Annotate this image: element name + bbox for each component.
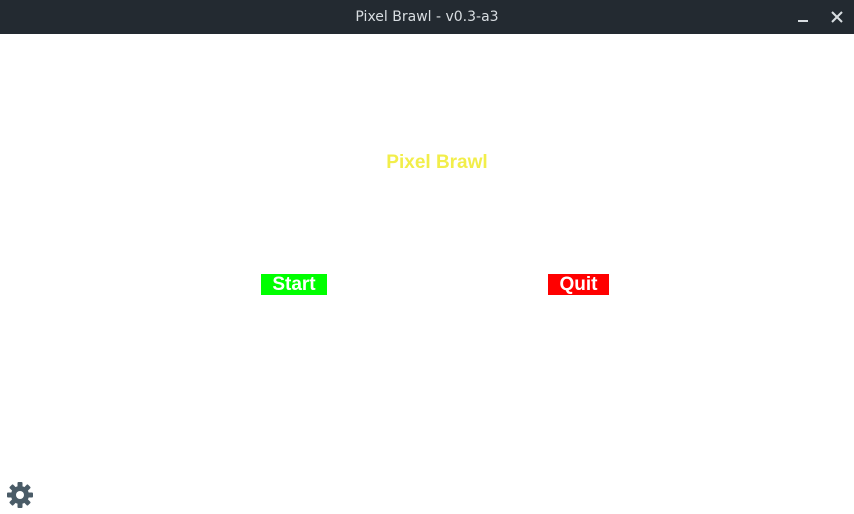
- start-button[interactable]: Start: [261, 274, 327, 295]
- close-button[interactable]: [827, 7, 847, 27]
- quit-button[interactable]: Quit: [548, 274, 609, 295]
- minimize-icon: [798, 20, 808, 22]
- game-window: Pixel Brawl - v0.3-a3 Pixel Brawl Start …: [0, 0, 854, 514]
- minimize-button[interactable]: [793, 7, 813, 27]
- title-bar[interactable]: Pixel Brawl - v0.3-a3: [0, 0, 854, 34]
- game-title: Pixel Brawl: [386, 152, 488, 173]
- close-icon: [831, 11, 843, 23]
- window-title: Pixel Brawl - v0.3-a3: [355, 9, 499, 25]
- settings-button[interactable]: [5, 480, 35, 510]
- gear-icon: [7, 482, 33, 508]
